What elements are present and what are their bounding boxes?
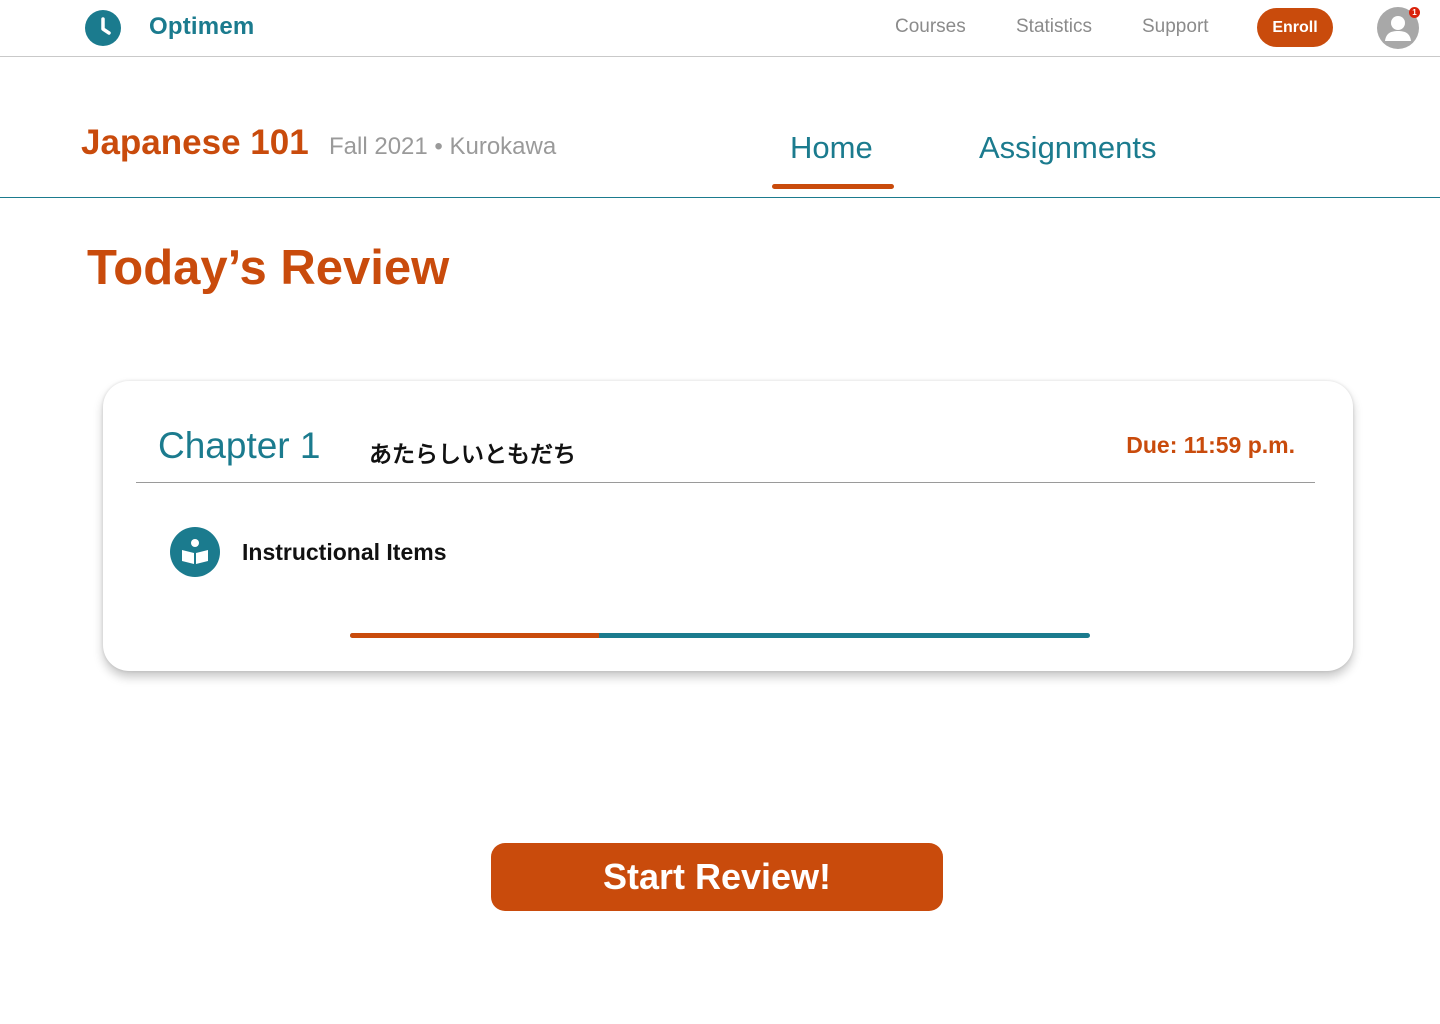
course-title: Japanese 101: [81, 123, 309, 162]
clock-icon[interactable]: [85, 10, 121, 46]
enroll-button[interactable]: Enroll: [1257, 8, 1333, 47]
tab-assignments[interactable]: Assignments: [979, 130, 1156, 166]
progress-bar: [350, 633, 1090, 638]
top-navbar: Optimem Courses Statistics Support Enrol…: [0, 0, 1440, 57]
book-reader-icon: [170, 527, 220, 577]
course-meta: Fall 2021 • Kurokawa: [329, 133, 557, 160]
chapter-subtitle: あたらしいともだち: [369, 441, 576, 467]
page-title: Today’s Review: [87, 241, 450, 295]
start-review-button[interactable]: Start Review!: [491, 843, 943, 911]
notification-badge: 1: [1409, 7, 1420, 18]
nav-courses[interactable]: Courses: [895, 16, 966, 38]
instructional-items-label: Instructional Items: [242, 539, 447, 565]
due-time: Due: 11:59 p.m.: [1126, 432, 1295, 458]
tab-home[interactable]: Home: [790, 130, 873, 166]
course-header: Japanese 101 Fall 2021 • Kurokawa Home A…: [0, 58, 1440, 198]
progress-fill: [350, 633, 599, 638]
review-card[interactable]: Chapter 1 あたらしいともだち Due: 11:59 p.m. Inst…: [103, 381, 1353, 671]
chapter-title: Chapter 1: [158, 425, 321, 466]
card-divider: [136, 482, 1315, 483]
brand-name[interactable]: Optimem: [149, 13, 254, 41]
nav-support[interactable]: Support: [1142, 16, 1209, 38]
active-tab-indicator: [772, 184, 894, 189]
nav-statistics[interactable]: Statistics: [1016, 16, 1092, 38]
